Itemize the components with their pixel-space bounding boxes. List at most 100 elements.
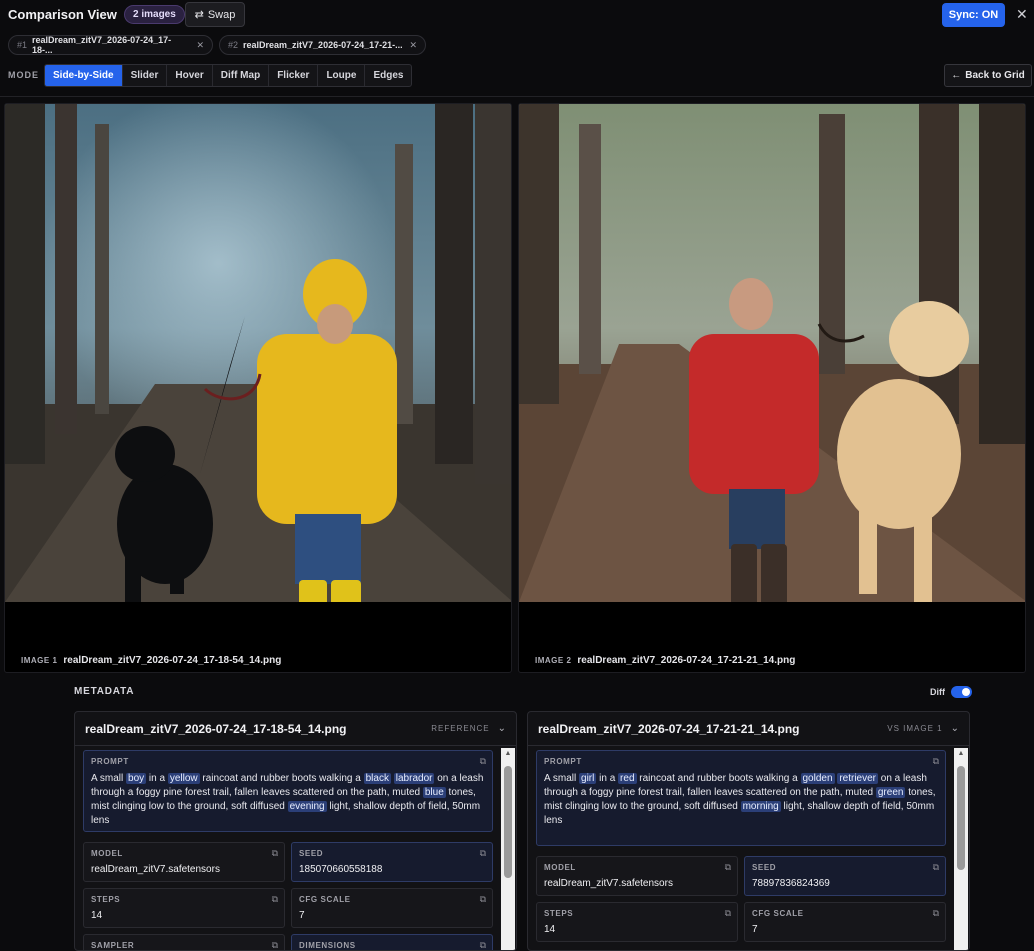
prompt-diff-word: black bbox=[363, 773, 391, 784]
copy-icon[interactable]: ⧉ bbox=[480, 894, 486, 905]
copy-icon[interactable]: ⧉ bbox=[480, 848, 486, 859]
copy-icon[interactable]: ⧉ bbox=[933, 908, 939, 919]
prompt-fragment: raincoat and rubber boots walking a bbox=[199, 773, 364, 784]
image-panel-2[interactable]: IMAGE 2 realDream_zitV7_2026-07-24_17-21… bbox=[518, 103, 1026, 673]
mode-loupe[interactable]: Loupe bbox=[318, 65, 366, 86]
back-to-grid-button[interactable]: ← Back to Grid bbox=[944, 64, 1032, 87]
mode-bar: MODE Side-by-Side Slider Hover Diff Map … bbox=[0, 64, 1034, 88]
arrow-left-icon: ← bbox=[951, 70, 962, 81]
prompt-diff-word: evening bbox=[287, 801, 327, 812]
prompt-fragment: in a bbox=[146, 773, 168, 784]
mode-flicker[interactable]: Flicker bbox=[269, 65, 319, 86]
chevron-down-icon[interactable]: ⌄ bbox=[498, 723, 506, 734]
copy-icon[interactable]: ⧉ bbox=[272, 894, 278, 905]
seed-label: SEED bbox=[752, 863, 777, 872]
prompt-diff-word: red bbox=[618, 773, 637, 784]
diff-switch[interactable] bbox=[951, 686, 972, 698]
copy-icon[interactable]: ⧉ bbox=[272, 940, 278, 950]
cfg-card: CFG SCALE ⧉ 7 bbox=[744, 902, 946, 942]
swap-button[interactable]: ⇄ Swap bbox=[185, 2, 245, 27]
mode-diff-map[interactable]: Diff Map bbox=[213, 65, 270, 86]
close-icon[interactable]: ✕ bbox=[409, 40, 417, 51]
sampler-card: SAMPLER ⧉ bbox=[83, 934, 285, 950]
steps-label: STEPS bbox=[544, 909, 574, 918]
prompt-text: A small boy in a yellow raincoat and rub… bbox=[91, 772, 485, 828]
prompt-label: PROMPT bbox=[544, 757, 582, 766]
prompt-diff-word: golden bbox=[800, 773, 835, 784]
mode-edges[interactable]: Edges bbox=[365, 65, 411, 86]
vs-image-tag: VS IMAGE 1 bbox=[887, 724, 943, 733]
copy-icon[interactable]: ⧉ bbox=[480, 940, 486, 950]
model-value: realDream_zitV7.safetensors bbox=[544, 878, 673, 889]
copy-icon[interactable]: ⧉ bbox=[933, 862, 939, 873]
prompt-fragment: A small bbox=[544, 773, 580, 784]
scrollbar[interactable]: ▲ bbox=[501, 748, 515, 950]
file-tab-2[interactable]: #2 realDream_zitV7_2026-07-24_17-21-... … bbox=[219, 35, 426, 55]
sync-toggle-button[interactable]: Sync: ON bbox=[942, 3, 1005, 27]
cfg-label: CFG SCALE bbox=[299, 895, 351, 904]
file-tab-number: #1 bbox=[17, 40, 28, 50]
copy-icon[interactable]: ⧉ bbox=[272, 848, 278, 859]
image-1-preview bbox=[5, 104, 511, 602]
dimensions-label: DIMENSIONS bbox=[299, 941, 356, 950]
image-panel-1[interactable]: IMAGE 1 realDream_zitV7_2026-07-24_17-18… bbox=[4, 103, 512, 673]
reference-tag: REFERENCE bbox=[431, 724, 490, 733]
cfg-card: CFG SCALE ⧉ 7 bbox=[291, 888, 493, 928]
scrollbar-thumb[interactable] bbox=[957, 766, 965, 870]
sampler-label: SAMPLER bbox=[91, 941, 135, 950]
dimensions-card: DIMENSIONS ⧉ bbox=[291, 934, 493, 950]
prompt-text: A small girl in a red raincoat and rubbe… bbox=[544, 772, 938, 828]
swap-arrows-icon: ⇄ bbox=[194, 9, 204, 21]
steps-label: STEPS bbox=[91, 895, 121, 904]
page-title: Comparison View bbox=[8, 7, 117, 22]
image-label: IMAGE 2 bbox=[535, 656, 572, 665]
swap-label: Swap bbox=[207, 8, 236, 21]
scrollbar-thumb[interactable] bbox=[504, 766, 512, 878]
top-bar: Comparison View 2 images ⇄ Swap Sync: ON… bbox=[0, 0, 1034, 30]
file-tab-1[interactable]: #1 realDream_zitV7_2026-07-24_17-18-... … bbox=[8, 35, 213, 55]
steps-value: 14 bbox=[91, 910, 103, 921]
seed-card: SEED ⧉ 78897836824369 bbox=[744, 856, 946, 896]
chevron-down-icon[interactable]: ⌄ bbox=[951, 723, 959, 734]
mode-hover[interactable]: Hover bbox=[167, 65, 213, 86]
metadata-column-1: realDream_zitV7_2026-07-24_17-18-54_14.p… bbox=[74, 711, 517, 951]
metadata-column-header[interactable]: realDream_zitV7_2026-07-24_17-18-54_14.p… bbox=[75, 712, 516, 746]
copy-icon[interactable]: ⧉ bbox=[480, 756, 486, 767]
scroll-up-arrow[interactable]: ▲ bbox=[501, 748, 515, 760]
steps-value: 14 bbox=[544, 924, 556, 935]
diff-label: Diff bbox=[930, 687, 945, 697]
close-icon[interactable]: ✕ bbox=[196, 40, 204, 51]
copy-icon[interactable]: ⧉ bbox=[725, 862, 731, 873]
metadata-header: METADATA bbox=[74, 686, 135, 697]
metadata-column-header[interactable]: realDream_zitV7_2026-07-24_17-21-21_14.p… bbox=[528, 712, 969, 746]
image-label: IMAGE 1 bbox=[21, 656, 58, 665]
file-tab-name: realDream_zitV7_2026-07-24_17-21-... bbox=[243, 40, 403, 50]
image-1-caption: IMAGE 1 realDream_zitV7_2026-07-24_17-18… bbox=[21, 655, 281, 666]
cfg-value: 7 bbox=[752, 924, 758, 935]
seed-label: SEED bbox=[299, 849, 324, 858]
prompt-label: PROMPT bbox=[91, 757, 129, 766]
prompt-card: PROMPT ⧉ A small boy in a yellow raincoa… bbox=[83, 750, 493, 832]
copy-icon[interactable]: ⧉ bbox=[725, 908, 731, 919]
prompt-diff-word: girl bbox=[579, 773, 597, 784]
mode-slider[interactable]: Slider bbox=[123, 65, 168, 86]
prompt-diff-word: green bbox=[875, 787, 906, 798]
mode-selector: Side-by-Side Slider Hover Diff Map Flick… bbox=[44, 64, 413, 87]
cfg-label: CFG SCALE bbox=[752, 909, 804, 918]
copy-icon[interactable]: ⧉ bbox=[933, 756, 939, 767]
prompt-card: PROMPT ⧉ A small girl in a red raincoat … bbox=[536, 750, 946, 846]
steps-card: STEPS ⧉ 14 bbox=[83, 888, 285, 928]
prompt-fragment: A small bbox=[91, 773, 127, 784]
prompt-diff-word: labrador bbox=[393, 773, 435, 784]
divider bbox=[0, 96, 1034, 97]
scroll-up-arrow[interactable]: ▲ bbox=[954, 748, 968, 760]
close-icon[interactable]: ✕ bbox=[1016, 6, 1028, 23]
prompt-fragment: in a bbox=[596, 773, 619, 784]
file-tabs: #1 realDream_zitV7_2026-07-24_17-18-... … bbox=[0, 35, 1034, 55]
mode-side-by-side[interactable]: Side-by-Side bbox=[45, 65, 123, 86]
diff-toggle[interactable]: Diff bbox=[930, 686, 972, 698]
seed-value: 185070660558188 bbox=[299, 864, 383, 875]
model-card: MODEL ⧉ realDream_zitV7.safetensors bbox=[536, 856, 738, 896]
metadata-filename: realDream_zitV7_2026-07-24_17-18-54_14.p… bbox=[85, 721, 347, 736]
scrollbar[interactable]: ▲ bbox=[954, 748, 968, 950]
